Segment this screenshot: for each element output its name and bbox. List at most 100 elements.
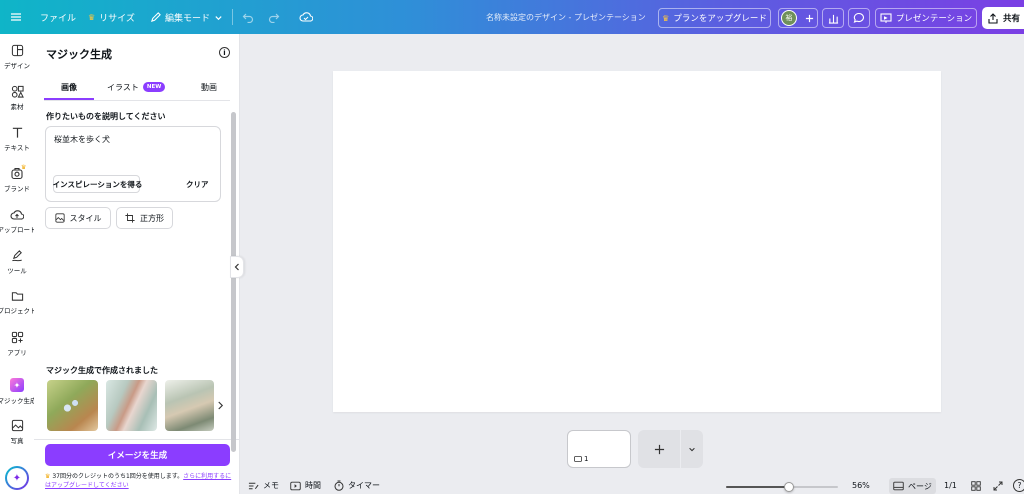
rail-item-elements[interactable]: 素材 <box>0 81 34 121</box>
cloud-upload-icon <box>10 210 24 220</box>
style-button[interactable]: スタイル <box>45 207 111 229</box>
design-page[interactable] <box>333 71 941 412</box>
page-count: 1/1 <box>944 481 957 490</box>
zoom-slider[interactable] <box>726 482 838 492</box>
crop-icon <box>125 213 135 223</box>
pencil-icon <box>150 11 161 22</box>
carousel-next-button[interactable] <box>215 398 225 412</box>
collaborators-group: 裕 <box>778 8 818 28</box>
rail-item-uploads[interactable]: アップロード <box>0 204 37 244</box>
credit-notice: ♛ 37回分のクレジットのうち1回分を使用します。さらに利用するにはアップグレー… <box>45 473 232 489</box>
left-rail: デザイン 素材 テキスト ♛ ブランド アップロード ツール プロジェクト アプ… <box>0 34 37 494</box>
undo-button[interactable] <box>242 0 254 34</box>
magic-media-icon: ✦ <box>10 378 24 392</box>
generated-thumbnail[interactable] <box>47 380 98 431</box>
plus-icon <box>654 444 664 454</box>
share-icon <box>988 12 998 24</box>
page-options-button[interactable] <box>681 430 703 468</box>
notes-button[interactable]: メモ <box>248 480 279 491</box>
shapes-icon <box>11 85 24 98</box>
cloud-check-icon <box>299 12 313 22</box>
cloud-save-button[interactable] <box>299 0 313 34</box>
fullscreen-button[interactable] <box>993 481 1003 493</box>
panel-divider <box>34 439 240 440</box>
crown-icon: ♛ <box>21 164 27 171</box>
rail-item-photos[interactable]: 写真 <box>0 415 34 455</box>
bar-chart-icon <box>828 14 838 24</box>
prompt-input[interactable]: 桜並木を歩く犬 <box>54 134 110 145</box>
timer-button[interactable]: タイマー <box>334 480 380 491</box>
image-icon <box>11 419 23 432</box>
info-icon: i <box>223 48 226 57</box>
add-page-button[interactable] <box>638 430 680 468</box>
page-thumbnail[interactable]: 1 <box>567 430 631 468</box>
apps-icon <box>11 331 23 344</box>
redo-icon <box>268 13 280 23</box>
bottom-bar: メモ 時間 タイマー 56% ページ 1/1 ? <box>240 478 1024 494</box>
grid-view-button[interactable] <box>971 481 981 493</box>
prompt-box: 桜並木を歩く犬 インスピレーションを得る クリア <box>45 126 221 202</box>
edit-mode-menu[interactable]: 編集モード <box>150 0 223 34</box>
tabs-divider <box>44 100 230 101</box>
rail-item-tools[interactable]: ツール <box>0 245 34 285</box>
panel-scrollbar[interactable] <box>231 112 236 452</box>
notes-icon <box>248 482 259 489</box>
grid-icon <box>971 481 981 491</box>
zoom-level[interactable]: 56% <box>852 481 870 490</box>
generated-thumbnail[interactable] <box>106 380 157 431</box>
avatar[interactable]: 裕 <box>781 10 797 26</box>
folder-icon <box>11 292 23 301</box>
document-title[interactable]: 名称未設定のデザイン - プレゼンテーション <box>486 0 646 34</box>
chevron-down-icon <box>215 15 222 20</box>
menu-button[interactable] <box>10 0 22 34</box>
image-icon <box>54 213 65 223</box>
crown-icon: ♛ <box>88 12 96 22</box>
timer-icon <box>334 480 344 491</box>
canvas-area: 1 <box>240 34 1024 494</box>
tab-illustration[interactable]: イラスト NEW <box>107 82 166 100</box>
chevron-right-icon <box>217 401 223 409</box>
chevron-down-icon <box>689 447 695 452</box>
tab-video[interactable]: 動画 <box>189 82 229 100</box>
generate-button[interactable]: イメージを生成 <box>45 444 230 466</box>
presentation-icon <box>880 12 892 23</box>
insights-button[interactable] <box>822 8 844 28</box>
play-box-icon <box>290 481 301 490</box>
sparkle-icon: ✦ <box>7 468 27 488</box>
page-view-button[interactable]: ページ <box>889 478 936 494</box>
add-collaborator-button[interactable] <box>801 10 817 26</box>
aspect-ratio-button[interactable]: 正方形 <box>116 207 173 229</box>
info-button[interactable]: i <box>219 47 230 58</box>
rail-item-brand[interactable]: ♛ ブランド <box>0 162 34 202</box>
menu-icon <box>11 13 21 21</box>
magic-assistant-button[interactable]: ✦ <box>5 466 29 490</box>
comment-icon <box>853 12 864 23</box>
rail-item-projects[interactable]: プロジェクト <box>0 286 37 326</box>
prompt-label: 作りたいものを説明してください <box>46 112 166 121</box>
share-button[interactable]: 共有 <box>982 7 1024 29</box>
resize-menu[interactable]: ♛ リサイズ <box>88 0 135 34</box>
rail-item-magic-media[interactable]: ✦ マジック生成 <box>0 374 37 414</box>
help-button[interactable]: ? <box>1013 479 1024 492</box>
file-menu[interactable]: ファイル <box>40 0 76 34</box>
top-bar: ファイル ♛ リサイズ 編集モード 名称未設定のデザイン - プレゼンテーション… <box>0 0 1024 34</box>
zoom-slider-thumb[interactable] <box>783 482 794 492</box>
layout-icon <box>11 44 23 57</box>
rail-item-apps[interactable]: アプリ <box>0 327 34 367</box>
clear-button[interactable]: クリア <box>186 179 209 190</box>
present-button[interactable]: プレゼンテーション <box>875 8 977 28</box>
generated-thumbnail[interactable] <box>165 380 214 431</box>
upgrade-button[interactable]: ♛ プランをアップグレード <box>658 8 771 28</box>
crown-icon: ♛ <box>662 13 670 23</box>
pages-icon <box>893 481 904 491</box>
redo-button[interactable] <box>268 0 280 34</box>
crown-icon: ♛ <box>45 473 51 480</box>
new-badge: NEW <box>142 82 166 92</box>
duration-button[interactable]: 時間 <box>290 480 321 491</box>
rail-item-text[interactable]: テキスト <box>0 122 34 162</box>
rail-item-design[interactable]: デザイン <box>0 40 34 80</box>
plus-icon <box>805 14 813 22</box>
zoom-slider-fill <box>726 486 789 488</box>
comments-button[interactable] <box>848 8 870 28</box>
inspiration-button[interactable]: インスピレーションを得る <box>53 175 142 193</box>
